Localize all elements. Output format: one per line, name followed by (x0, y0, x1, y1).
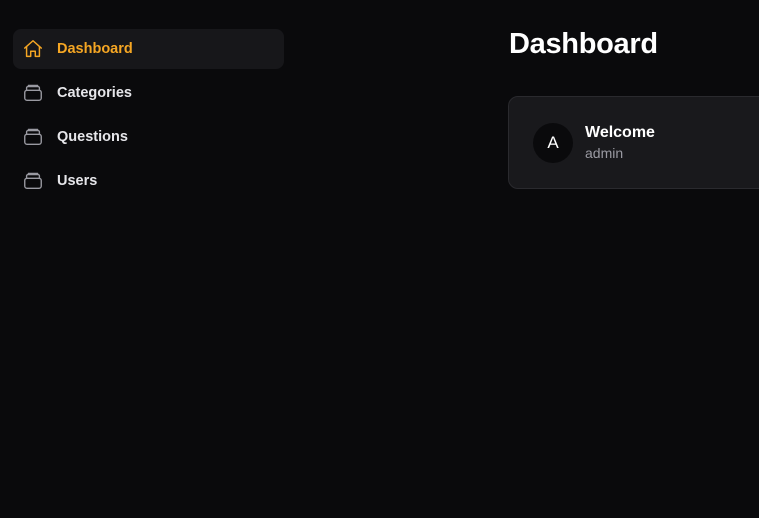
inbox-icon (22, 170, 44, 192)
welcome-card: A Welcome admin (508, 96, 759, 189)
sidebar-item-dashboard[interactable]: Dashboard (13, 29, 284, 69)
page-title: Dashboard (509, 28, 658, 60)
sidebar: Dashboard Categories Questions Users (13, 29, 284, 205)
welcome-title: Welcome (585, 123, 655, 141)
app-root: Dashboard Categories Questions Users Das… (0, 0, 759, 518)
inbox-icon (22, 82, 44, 104)
inbox-icon (22, 126, 44, 148)
sidebar-item-label: Categories (57, 85, 132, 101)
welcome-username: admin (585, 144, 624, 161)
avatar: A (533, 122, 573, 163)
sidebar-item-questions[interactable]: Questions (13, 117, 284, 157)
sidebar-item-label: Users (57, 173, 98, 189)
sidebar-item-users[interactable]: Users (13, 161, 284, 201)
welcome-card-text: Welcome admin (585, 123, 655, 163)
sidebar-item-label: Dashboard (57, 41, 133, 57)
sidebar-item-label: Questions (57, 129, 128, 145)
home-icon (22, 38, 44, 60)
sidebar-item-categories[interactable]: Categories (13, 73, 284, 113)
